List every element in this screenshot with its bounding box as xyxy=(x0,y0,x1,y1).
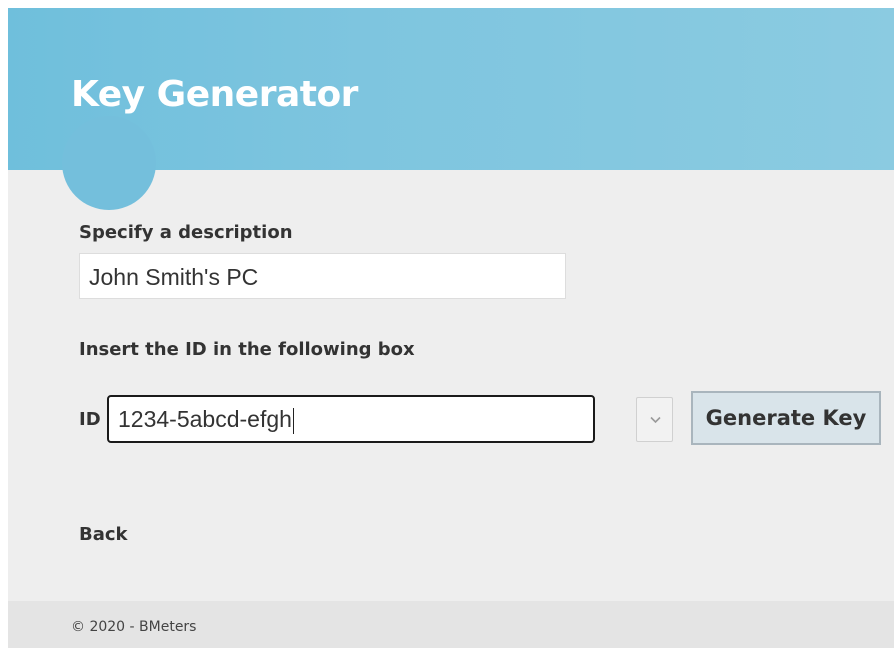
text-caret xyxy=(292,407,294,434)
chevron-down-icon xyxy=(650,416,661,424)
id-input[interactable]: 1234-5abcd-efgh xyxy=(107,395,595,443)
id-instructions-label: Insert the ID in the following box xyxy=(79,339,415,360)
header-decoration xyxy=(62,116,156,210)
footer: © 2020 - BMeters xyxy=(8,601,894,648)
page-frame: Key Generator Specify a description John… xyxy=(8,8,894,648)
footer-copyright: © 2020 - BMeters xyxy=(71,619,197,635)
id-prefix-label: ID xyxy=(79,409,101,430)
description-input-value: John Smith's PC xyxy=(89,264,259,290)
description-input[interactable]: John Smith's PC xyxy=(79,253,566,299)
back-link[interactable]: Back xyxy=(79,524,128,545)
page-title: Key Generator xyxy=(71,74,358,115)
autocomplete-dropdown-button[interactable] xyxy=(636,397,673,442)
generate-key-button[interactable]: Generate Key xyxy=(691,391,881,445)
id-input-value: 1234-5abcd-efgh xyxy=(118,406,292,432)
description-label: Specify a description xyxy=(79,222,293,243)
